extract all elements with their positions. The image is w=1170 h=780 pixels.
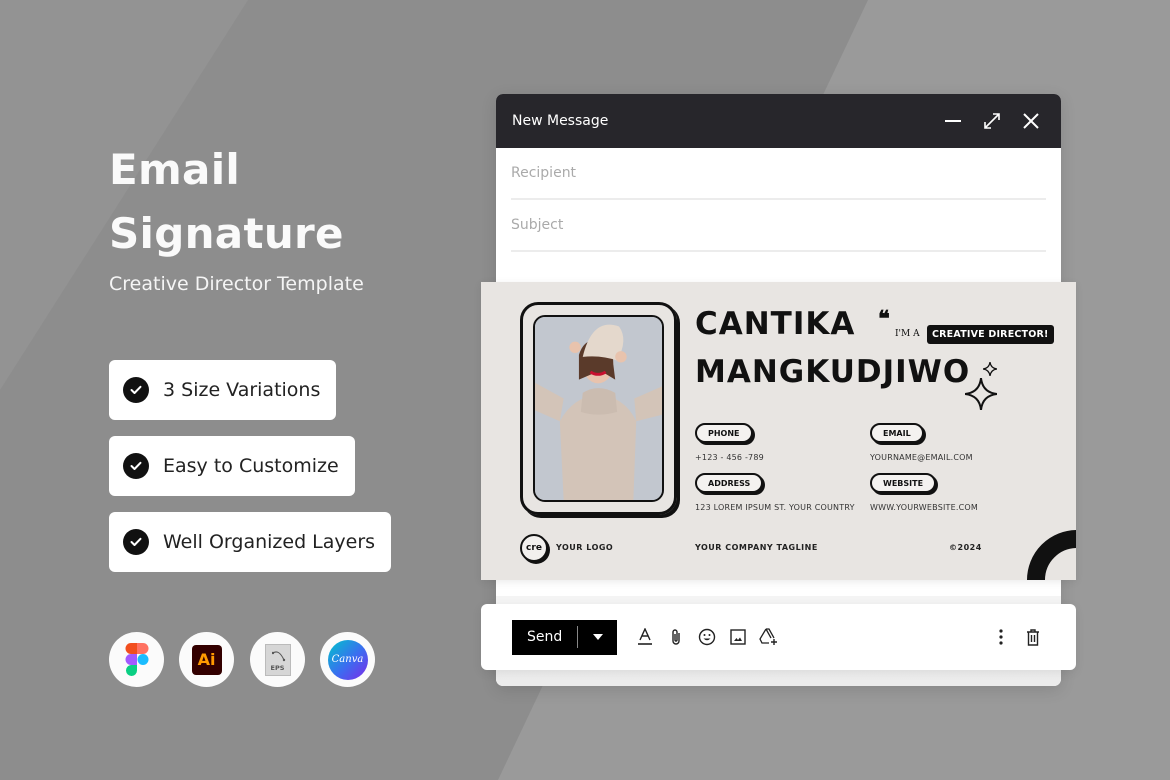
hero-title: Email Signature — [109, 138, 344, 266]
email-signature-card: CANTIKA MANGKUDJIWO ❝ I'M A CREATIVE DIR… — [481, 282, 1076, 580]
more-options-button[interactable] — [989, 625, 1013, 649]
more-options-icon — [999, 629, 1003, 645]
email-value: YOURNAME@EMAIL.COM — [870, 453, 973, 462]
insert-image-button[interactable] — [726, 625, 750, 649]
recipient-input[interactable] — [511, 165, 1046, 181]
send-label: Send — [527, 629, 563, 645]
hero-subtitle: Creative Director Template — [109, 273, 364, 295]
person-illustration — [535, 317, 662, 500]
check-circle-icon — [123, 453, 149, 479]
compose-toolbar: Send — [481, 604, 1076, 670]
delete-button[interactable] — [1021, 625, 1045, 649]
image-icon — [730, 629, 746, 645]
quote-icon: ❝ — [878, 306, 890, 332]
drive-icon — [759, 628, 777, 645]
figma-icon — [109, 632, 164, 687]
attach-button[interactable] — [664, 625, 688, 649]
caret-down-icon — [592, 634, 603, 640]
subject-input[interactable] — [511, 217, 1046, 233]
signature-first-name: CANTIKA — [695, 306, 856, 342]
hero-title-line1: Email — [109, 145, 241, 194]
emoji-icon — [698, 628, 716, 646]
decorative-arc — [1027, 530, 1076, 580]
expand-icon — [984, 113, 1000, 129]
close-button[interactable] — [1017, 107, 1045, 135]
im-a-label: I'M A — [895, 329, 920, 339]
adobe-illustrator-icon: Ai — [179, 632, 234, 687]
emoji-button[interactable] — [695, 625, 719, 649]
feature-item: Easy to Customize — [109, 436, 355, 496]
attach-icon — [672, 629, 680, 645]
sparkle-large-icon — [965, 378, 997, 410]
logo-mark: cre — [526, 543, 542, 553]
phone-label: PHONE — [695, 423, 753, 443]
window-title: New Message — [512, 113, 609, 129]
expand-button[interactable] — [978, 107, 1006, 135]
send-options-button[interactable] — [578, 634, 617, 640]
minimize-button[interactable] — [939, 107, 967, 135]
format-tools — [633, 625, 781, 649]
feature-label: 3 Size Variations — [163, 379, 321, 401]
eps-file-icon: EPS — [250, 632, 305, 687]
trash-icon — [1027, 628, 1039, 646]
website-label: WEBSITE — [870, 473, 937, 493]
photo-frame — [520, 302, 677, 515]
feature-item: Well Organized Layers — [109, 512, 392, 572]
minimize-icon — [945, 120, 961, 122]
text-format-button[interactable] — [633, 625, 657, 649]
address-value: 123 LOREM IPSUM ST. YOUR COUNTRY — [695, 503, 855, 512]
ai-label: Ai — [191, 644, 222, 675]
email-label: EMAIL — [870, 423, 924, 443]
feature-item: 3 Size Variations — [109, 360, 337, 420]
drive-button[interactable] — [757, 625, 781, 649]
check-circle-icon — [123, 529, 149, 555]
profile-photo — [533, 315, 664, 502]
canva-icon: Canva — [320, 632, 375, 687]
logo-text: YOUR LOGO — [556, 543, 614, 552]
close-icon — [1023, 113, 1039, 129]
feature-label: Easy to Customize — [163, 455, 339, 477]
sparkle-small-icon — [983, 362, 997, 376]
role-badge: CREATIVE DIRECTOR! — [927, 325, 1054, 344]
logo-icon: cre — [520, 534, 548, 562]
window-titlebar: New Message — [496, 94, 1061, 148]
company-tagline: YOUR COMPANY TAGLINE — [695, 543, 818, 552]
eps-label: EPS — [270, 663, 285, 672]
hero-title-line2: Signature — [109, 209, 344, 258]
feature-label: Well Organized Layers — [163, 531, 376, 553]
website-value: WWW.YOURWEBSITE.COM — [870, 503, 979, 512]
copyright: ©2024 — [949, 543, 982, 552]
subject-field — [511, 200, 1046, 252]
address-label: ADDRESS — [695, 473, 764, 493]
text-format-icon — [638, 628, 652, 645]
send-button[interactable]: Send — [512, 619, 617, 655]
canva-label: Canva — [327, 639, 368, 680]
recipient-field — [511, 148, 1046, 200]
check-circle-icon — [123, 377, 149, 403]
signature-last-name: MANGKUDJIWO — [695, 354, 971, 390]
phone-value: +123 - 456 -789 — [695, 453, 764, 462]
